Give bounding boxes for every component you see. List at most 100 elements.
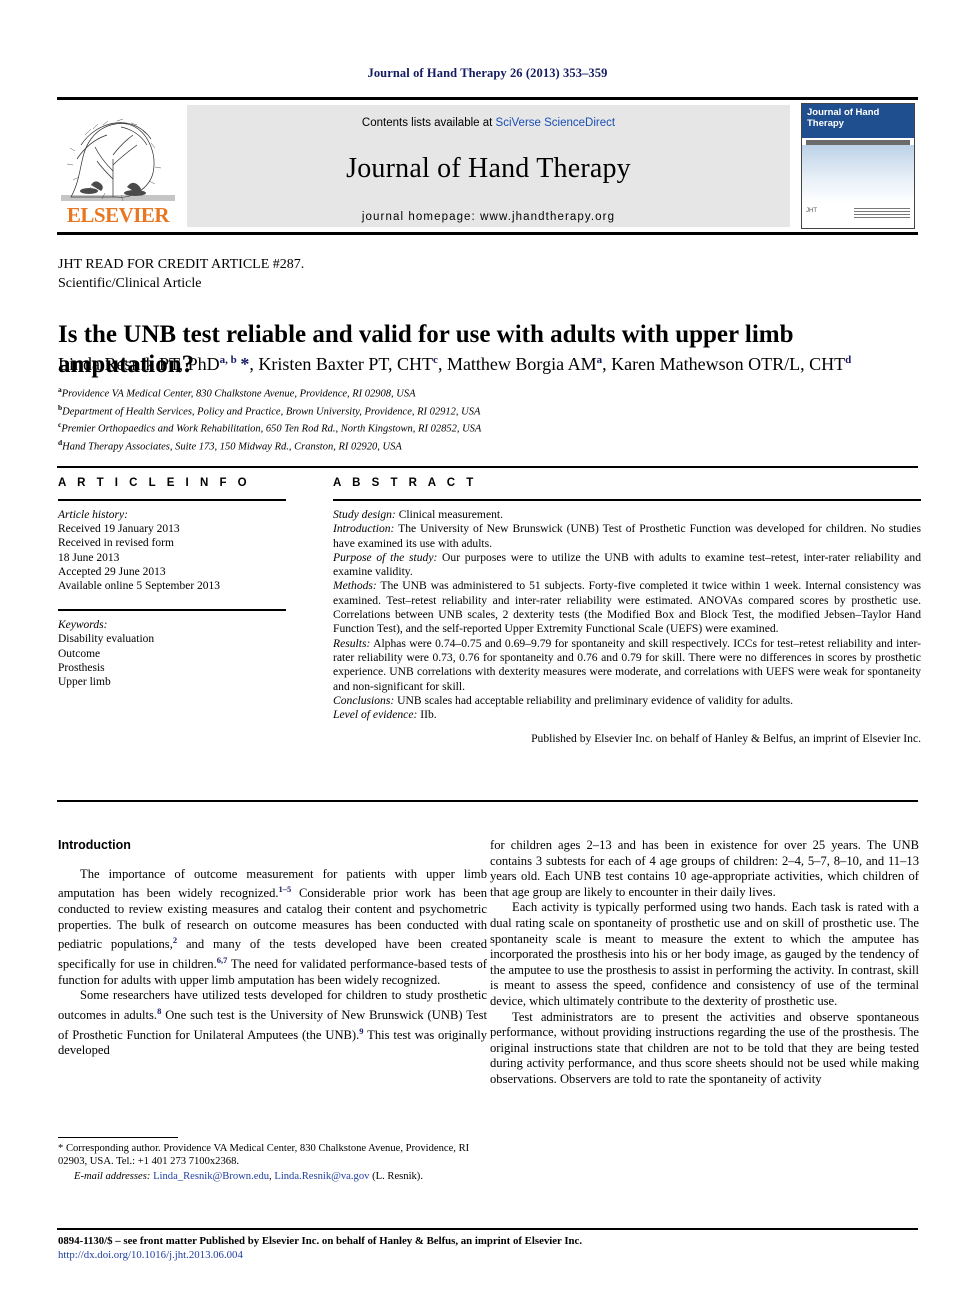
body-paragraph: for children ages 2–13 and has been in e… — [490, 838, 919, 899]
article-history-item: 18 June 2013 — [58, 551, 120, 564]
cover-artwork — [802, 145, 914, 203]
affiliation: bDepartment of Health Services, Policy a… — [58, 402, 481, 418]
article-history-item: Available online 5 September 2013 — [58, 580, 221, 593]
email-note: E-mail addresses: Linda_Resnik@Brown.edu… — [58, 1170, 487, 1183]
journal-title: Journal of Hand Therapy — [346, 153, 631, 184]
affiliation: aProvidence VA Medical Center, 830 Chalk… — [58, 385, 416, 400]
email-label: E-mail addresses: — [74, 1171, 151, 1183]
body-column-left: Introduction The importance of outcome m… — [58, 838, 487, 1059]
cover-footer-logo: JHT — [806, 208, 817, 214]
keyword-item: Disability evaluation — [58, 633, 155, 646]
elsevier-tree-icon — [61, 105, 175, 201]
journal-panel: Contents lists available at SciVerse Sci… — [187, 105, 790, 227]
abstract-section-label: Methods: — [333, 579, 377, 593]
article-info-heading: A R T I C L E I N F O — [58, 477, 251, 489]
abstract-section: Level of evidence: IIb. — [333, 708, 437, 722]
masthead-top-rule — [57, 97, 918, 100]
body-paragraph: Each activity is typically performed usi… — [490, 900, 919, 1008]
journal-cover-thumbnail[interactable]: Journal of Hand Therapy JHT — [801, 103, 915, 229]
abstract-section: Results: Alphas were 0.74–0.75 and 0.69–… — [333, 636, 921, 693]
bottom-rule — [57, 1228, 918, 1230]
keywords-label: Keywords: — [58, 619, 108, 632]
article-info-rule — [58, 499, 286, 501]
abstract-section: Methods: The UNB was administered to 51 … — [333, 579, 921, 636]
article-history-item: Received in revised form — [58, 537, 174, 550]
affiliation: dHand Therapy Associates, Suite 173, 150… — [58, 438, 402, 453]
abstract-section-label: Study design: — [333, 508, 396, 521]
contents-prefix: Contents lists available at — [361, 117, 496, 129]
email-link-brown[interactable]: Linda_Resnik@Brown.edu — [153, 1171, 269, 1182]
article-page: Journal of Hand Therapy 26 (2013) 353–35… — [0, 0, 975, 1305]
article-history: Article history: Received 19 January 201… — [58, 508, 286, 593]
author-name: Karen Mathewson OTR/L, CHT — [611, 354, 846, 374]
citation-reference[interactable]: 6,7 — [217, 955, 228, 965]
author-list: Linda Resnik PT, PhDa, b *, Kristen Baxt… — [58, 354, 852, 374]
author-name: Kristen Baxter PT, CHT — [258, 354, 434, 374]
article-type-line1: JHT READ FOR CREDIT ARTICLE #287. — [58, 257, 305, 272]
author-affiliation-mark: c — [433, 354, 438, 366]
front-matter-line: 0894-1130/$ – see front matter Published… — [58, 1235, 583, 1247]
abstract-rule — [333, 499, 921, 501]
abstract-section: Study design: Clinical measurement. — [333, 508, 504, 521]
abstract-section-label: Results: — [333, 636, 371, 650]
keywords-rule — [58, 609, 286, 612]
affiliation-mark: c — [58, 420, 62, 430]
abstract-body: Study design: Clinical measurement. Intro… — [333, 508, 921, 722]
body-paragraph: The importance of outcome measurement fo… — [58, 866, 487, 987]
citation-reference[interactable]: 8 — [157, 1006, 161, 1016]
abstract-block-top-rule — [57, 466, 918, 468]
citation-reference[interactable]: 1–5 — [279, 884, 292, 894]
journal-homepage[interactable]: journal homepage: www.jhandtherapy.org — [187, 211, 790, 223]
article-history-item: Received 19 January 2013 — [58, 523, 180, 536]
running-head: Journal of Hand Therapy 26 (2013) 353–35… — [367, 66, 608, 80]
citation-reference[interactable]: 2 — [173, 935, 177, 945]
keywords-block: Keywords: Disability evaluation Outcome Pr… — [58, 618, 286, 689]
article-info-column: A R T I C L E I N F O Article history: R… — [58, 477, 286, 689]
affiliation-list: aProvidence VA Medical Center, 830 Chalk… — [58, 383, 758, 454]
masthead: ELSEVIER Contents lists available at Sci… — [57, 103, 918, 229]
abstract-section: Introduction: The University of New Brun… — [333, 522, 921, 550]
article-history-item: Accepted 29 June 2013 — [58, 565, 166, 578]
cover-footer: JHT — [806, 208, 910, 224]
author-affiliation-mark: a — [596, 354, 603, 366]
affiliation-mark: a — [58, 385, 62, 394]
affiliation: cPremier Orthopaedics and Work Rehabilit… — [58, 420, 482, 435]
email-link-va[interactable]: Linda.Resnik@va.gov — [274, 1171, 369, 1182]
footnote-rule — [58, 1137, 178, 1138]
sciencedirect-link[interactable]: SciVerse ScienceDirect — [496, 117, 616, 129]
keyword-item: Outcome — [58, 647, 101, 660]
abstract-section: Purpose of the study: Our purposes were … — [333, 550, 921, 579]
body-paragraph: Test administrators are to present the a… — [490, 1009, 919, 1086]
affiliation-mark: b — [58, 402, 63, 412]
abstract-block-bottom-rule — [57, 800, 918, 802]
body-paragraph: Some researchers have utilized tests dev… — [58, 988, 488, 1058]
footnotes: * Corresponding author. Providence VA Me… — [58, 1142, 487, 1184]
author-affiliation-mark: d — [845, 354, 852, 366]
abstract-heading: A B S T R A C T — [333, 477, 478, 489]
keyword-item: Prosthesis — [58, 661, 105, 674]
article-history-label: Article history: — [58, 509, 128, 521]
abstract-section: Conclusions: UNB scales had acceptable r… — [333, 693, 794, 707]
author-name: Matthew Borgia AM — [446, 354, 597, 374]
keyword-item: Upper limb — [58, 676, 111, 689]
email-suffix: (L. Resnik). — [369, 1171, 423, 1183]
doi-link[interactable]: http://dx.doi.org/10.1016/j.jht.2013.06.… — [58, 1249, 243, 1261]
masthead-bottom-rule — [57, 232, 918, 235]
article-type: JHT READ FOR CREDIT ARTICLE #287. Scient… — [58, 255, 658, 293]
corresponding-author-note: * Corresponding author. Providence VA Me… — [58, 1143, 470, 1168]
section-heading-introduction: Introduction — [58, 838, 131, 852]
corresponding-author-mark: * — [236, 354, 250, 374]
abstract-section-label: Level of evidence: — [333, 708, 418, 722]
cover-title: Journal of Hand Therapy — [807, 107, 880, 129]
elsevier-wordmark: ELSEVIER — [66, 203, 170, 227]
citation-reference[interactable]: 9 — [359, 1026, 363, 1036]
abstract-section-label: Conclusions: — [333, 693, 395, 707]
abstract-section-label: Purpose of the study: — [333, 550, 438, 564]
abstract-column: A B S T R A C T Study design: Clinical m… — [333, 477, 921, 747]
abstract-publisher-line: Published by Elsevier Inc. on behalf of … — [531, 732, 921, 746]
article-type-line2: Scientific/Clinical Article — [58, 276, 202, 291]
author-affiliation-mark: a, b — [219, 354, 237, 366]
contents-line: Contents lists available at SciVerse Sci… — [187, 117, 790, 129]
author-name: Linda Resnik PT, PhD — [58, 354, 220, 374]
cover-footer-lines — [854, 208, 910, 219]
